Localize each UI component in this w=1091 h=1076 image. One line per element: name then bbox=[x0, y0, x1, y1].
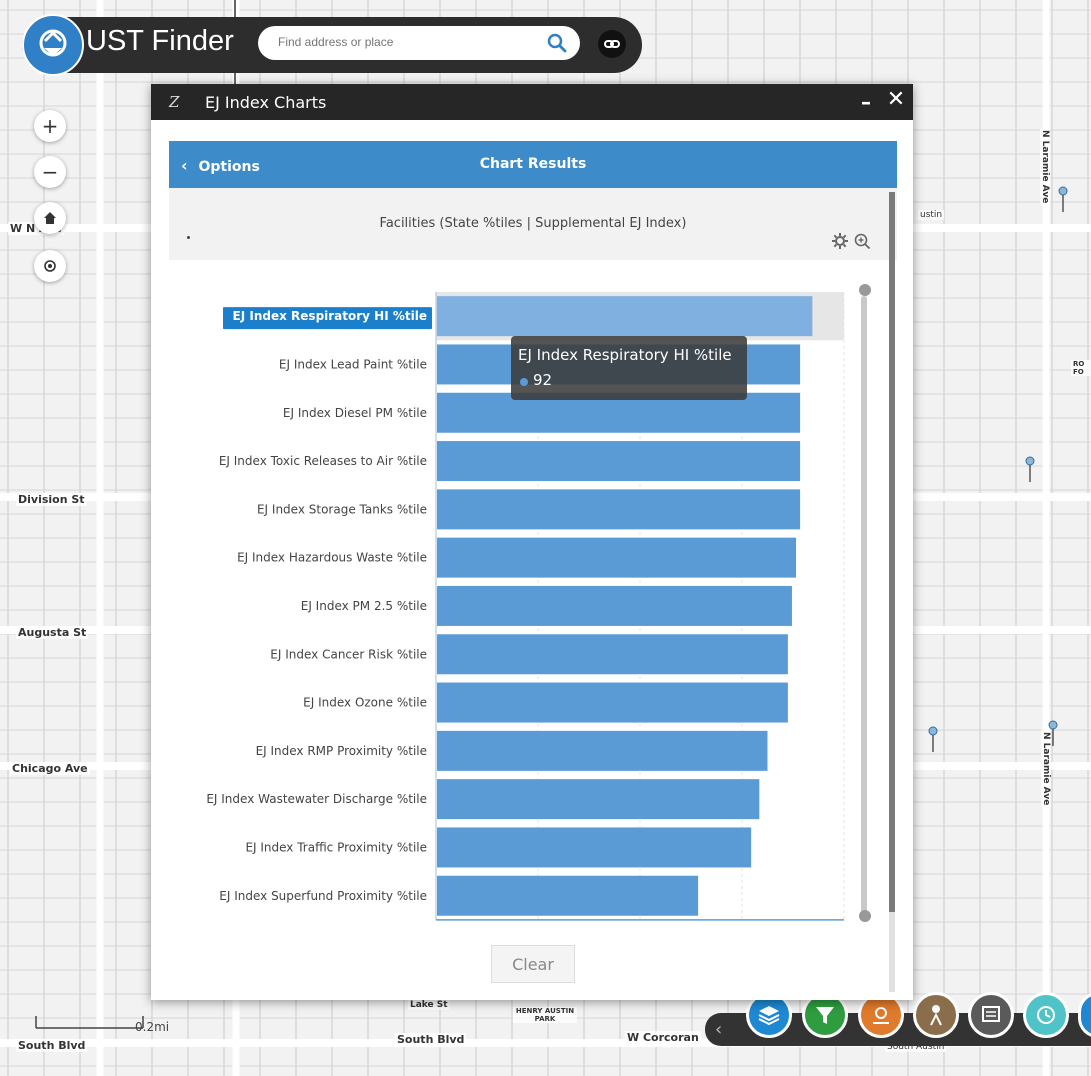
street-label-south-blvd: South Blvd bbox=[395, 1033, 467, 1046]
ust-logo-icon bbox=[39, 29, 67, 57]
map-marker-pin[interactable] bbox=[1048, 720, 1058, 748]
category-label: EJ Index Storage Tanks %tile bbox=[257, 502, 427, 516]
person-pin-icon bbox=[930, 1005, 942, 1026]
category-label: EJ Index Hazardous Waste %tile bbox=[237, 551, 427, 565]
category-label: EJ Index Superfund Proximity %tile bbox=[219, 889, 427, 903]
clear-button[interactable]: Clear bbox=[491, 945, 575, 983]
close-button[interactable]: ✕ bbox=[885, 87, 907, 113]
chart-bar[interactable] bbox=[437, 489, 801, 530]
category-label: EJ Index PM 2.5 %tile bbox=[301, 599, 427, 613]
location-tool-button[interactable] bbox=[913, 992, 959, 1038]
chart-widget-icon: Z bbox=[169, 93, 180, 111]
chart-bar[interactable] bbox=[437, 296, 813, 337]
category-label: EJ Index Traffic Proximity %tile bbox=[245, 840, 427, 854]
category-label: EJ Index Wastewater Discharge %tile bbox=[206, 792, 427, 806]
category-label: EJ Index Respiratory HI %tile bbox=[233, 309, 427, 323]
search-box bbox=[258, 26, 580, 60]
chart-marker-dot bbox=[187, 236, 190, 239]
chart-bar[interactable] bbox=[437, 634, 788, 675]
chart-bar[interactable] bbox=[437, 875, 699, 916]
street-label-augusta-st: Augusta St bbox=[16, 626, 89, 639]
chart-subtitle: Facilities (State %tiles | Supplemental … bbox=[379, 216, 687, 231]
tooltip-value: 92 bbox=[533, 371, 553, 389]
street-label-chicago-ave: Chicago Ave bbox=[10, 762, 90, 775]
search-input[interactable] bbox=[276, 34, 530, 50]
street-label-division-st: Division St bbox=[16, 493, 87, 506]
chart-bar[interactable] bbox=[437, 682, 788, 723]
plus-icon: + bbox=[41, 114, 59, 138]
map-marker-pin[interactable] bbox=[1025, 456, 1035, 484]
chart-bar[interactable] bbox=[437, 827, 752, 868]
app-header: UST Finder bbox=[22, 14, 642, 76]
chart-results-title: Chart Results bbox=[479, 156, 587, 172]
map-marker-pin[interactable] bbox=[928, 726, 938, 754]
category-label: EJ Index RMP Proximity %tile bbox=[256, 744, 427, 758]
map-marker-pin[interactable] bbox=[1058, 186, 1068, 214]
category-label: EJ Index Toxic Releases to Air %tile bbox=[219, 454, 427, 468]
filter-icon bbox=[816, 1007, 834, 1024]
link-icon bbox=[604, 40, 620, 48]
locate-icon bbox=[44, 260, 56, 272]
category-label: EJ Index Diesel PM %tile bbox=[283, 406, 427, 420]
analysis-icon bbox=[873, 1007, 889, 1024]
chart-bar[interactable] bbox=[437, 441, 801, 482]
report-icon bbox=[982, 1006, 1000, 1022]
chart-results-header: ‹ Options Chart Results bbox=[169, 141, 897, 188]
street-label-south-blvd-left: South Blvd bbox=[16, 1039, 88, 1052]
chart-scroll-up[interactable] bbox=[859, 284, 871, 296]
clock-icon bbox=[1037, 1006, 1055, 1024]
street-label-lake-st: Lake St bbox=[408, 1000, 450, 1010]
zoom-in-button[interactable]: + bbox=[34, 110, 66, 142]
zoom-icon[interactable] bbox=[853, 232, 871, 250]
tooltip-label: EJ Index Respiratory HI %tile bbox=[518, 346, 732, 364]
chart-bar[interactable] bbox=[437, 730, 768, 771]
map-label-ro-fo: RO FO bbox=[1071, 360, 1091, 376]
category-label: EJ Index Cancer Risk %tile bbox=[270, 647, 427, 661]
tooltip-series-dot bbox=[520, 378, 528, 386]
category-label: EJ Index Ozone %tile bbox=[303, 696, 427, 710]
search-icon[interactable] bbox=[544, 30, 570, 56]
chart-bar[interactable] bbox=[437, 779, 760, 820]
layers-icon bbox=[758, 1006, 780, 1026]
park-label-henry-austin: HENRY AUSTIN PARK bbox=[513, 1007, 577, 1023]
chart-scroll-thumb[interactable] bbox=[861, 296, 867, 916]
panel-titlebar[interactable]: Z EJ Index Charts – ✕ bbox=[151, 84, 913, 120]
chart-bar[interactable] bbox=[437, 537, 797, 578]
zoom-out-button[interactable]: − bbox=[34, 156, 66, 188]
app-title: UST Finder bbox=[86, 25, 234, 57]
app-logo[interactable] bbox=[22, 14, 84, 76]
gear-icon[interactable] bbox=[831, 232, 849, 250]
share-link-button[interactable] bbox=[598, 30, 626, 58]
street-label-w-corcoran: W Corcoran bbox=[625, 1031, 701, 1044]
scalebar bbox=[35, 1016, 144, 1029]
chart-toolbar: Facilities (State %tiles | Supplemental … bbox=[169, 188, 897, 260]
ej-index-charts-panel: Z EJ Index Charts – ✕ ‹ Options Chart Re… bbox=[151, 84, 913, 1000]
minus-icon: − bbox=[41, 160, 59, 184]
collapse-toolbar-button[interactable]: ‹ bbox=[715, 1019, 722, 1040]
locate-button[interactable] bbox=[34, 250, 66, 282]
street-label-austin: ustin bbox=[918, 210, 945, 220]
category-label: EJ Index Lead Paint %tile bbox=[279, 357, 427, 371]
chart-tooltip: EJ Index Respiratory HI %tile 92 bbox=[511, 336, 747, 400]
panel-title: EJ Index Charts bbox=[205, 93, 327, 112]
home-button[interactable] bbox=[34, 202, 66, 234]
chart-bar[interactable] bbox=[437, 585, 792, 626]
scale-label: 0.2mi bbox=[135, 1020, 170, 1034]
minimize-button[interactable]: – bbox=[856, 90, 876, 114]
street-label-n-laramie-ave-top: N Laramie Ave bbox=[1040, 128, 1050, 206]
chart-scroll-down[interactable] bbox=[859, 910, 871, 922]
report-tool-button[interactable] bbox=[968, 992, 1014, 1038]
history-tool-button[interactable] bbox=[1023, 992, 1069, 1038]
home-icon bbox=[44, 212, 56, 224]
